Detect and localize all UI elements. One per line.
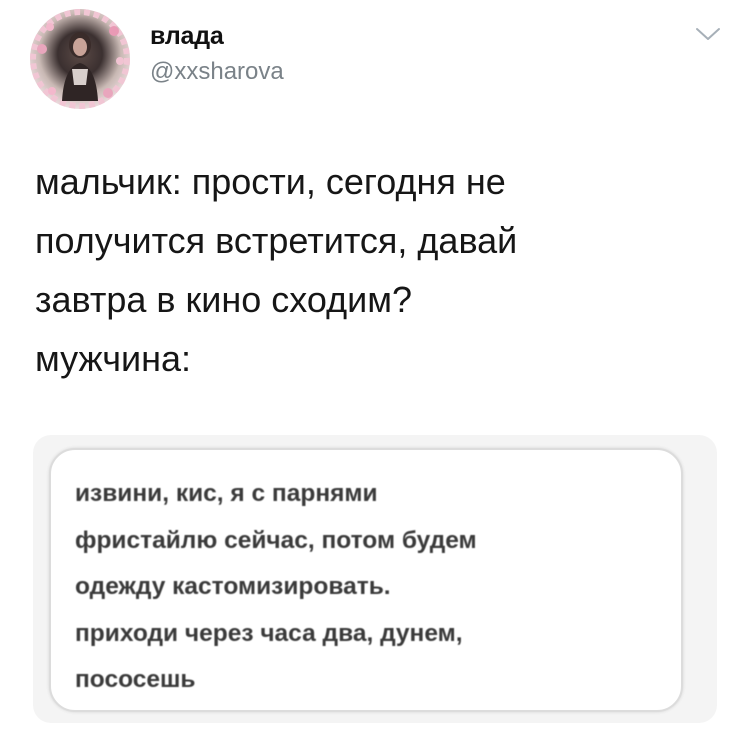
tweet-text: мальчик: прости, сегодня не получится вс… xyxy=(35,152,715,388)
display-name[interactable]: влада xyxy=(150,22,224,51)
tweet-text-line: завтра в кино сходим? xyxy=(35,279,412,320)
message-line: пососешь xyxy=(75,666,196,693)
user-handle[interactable]: @xxsharova xyxy=(150,58,284,86)
tweet-card: влада @xxsharova мальчик: прости, сегодн… xyxy=(0,0,750,735)
message-line: фристайлю сейчас, потом будем xyxy=(75,526,477,554)
tweet-text-line: получится встретится, давай xyxy=(35,220,518,261)
tweet-text-line: мальчик: прости, сегодня не xyxy=(35,161,506,202)
message-text: извини, кис, я с парнями фристайлю сейча… xyxy=(75,471,675,704)
avatar-image xyxy=(30,9,130,109)
message-line: одежду кастомизировать. xyxy=(75,573,391,600)
tweet-text-line: мужчина: xyxy=(35,338,192,379)
message-line: извини, кис, я с парнями xyxy=(75,480,378,507)
avatar[interactable] xyxy=(30,9,130,109)
attached-image[interactable]: извини, кис, я с парнями фристайлю сейча… xyxy=(33,435,717,723)
message-line: приходи через часа два, дунем, xyxy=(75,619,463,647)
chevron-down-icon[interactable] xyxy=(694,24,722,44)
